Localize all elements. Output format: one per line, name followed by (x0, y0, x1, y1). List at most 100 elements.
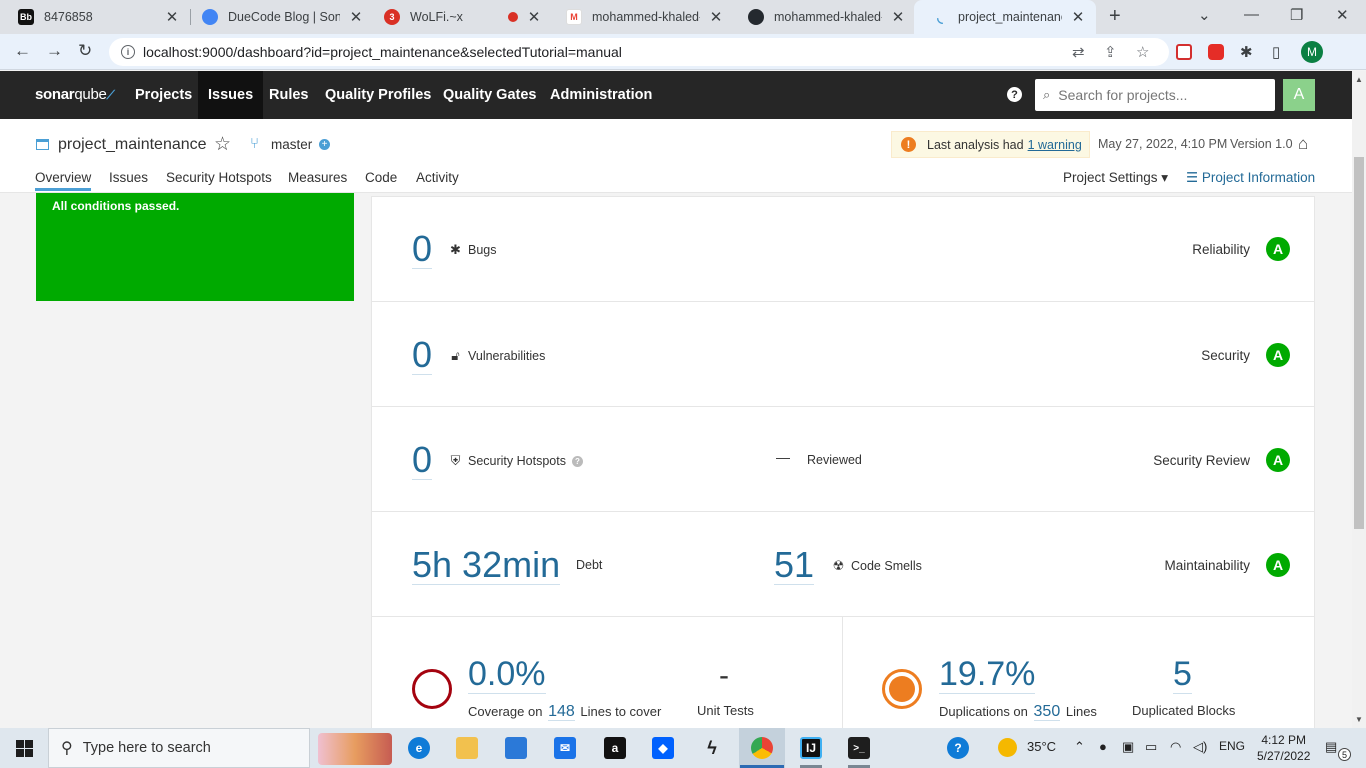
extensions-puzzle-icon[interactable]: ✱ (1240, 43, 1253, 61)
help-tray-icon[interactable]: ? (947, 737, 969, 759)
code-smells-count[interactable]: 51 (774, 546, 815, 585)
tab-issues[interactable]: Issues (109, 170, 148, 185)
maintainability-rating[interactable]: A (1266, 553, 1290, 577)
close-tab-icon[interactable]: ✕ (1070, 8, 1086, 26)
minimize-icon[interactable]: — (1244, 6, 1259, 23)
close-tab-icon[interactable]: ✕ (890, 8, 906, 26)
help-icon[interactable]: ? (571, 455, 583, 467)
new-tab-plus-icon[interactable]: + (1109, 5, 1121, 28)
tab-title: WoLFi.~x (410, 10, 463, 24)
temperature[interactable]: 35°C (1027, 739, 1056, 754)
close-window-icon[interactable]: ✕ (1336, 6, 1349, 24)
terminal-icon[interactable]: >_ (848, 737, 870, 759)
project-settings-dropdown[interactable]: Project Settings ▾ (1063, 170, 1168, 186)
tab-search-chevron-icon[interactable]: ⌄ (1198, 6, 1211, 24)
scroll-down-icon[interactable]: ▼ (1355, 715, 1363, 724)
translate-icon[interactable]: ⇄ (1072, 43, 1085, 61)
nav-administration[interactable]: Administration (540, 71, 662, 119)
browser-tab[interactable]: mohammed-khaled-5 ✕ (730, 0, 916, 34)
close-tab-icon[interactable]: ✕ (708, 8, 724, 26)
display-icon[interactable]: ▣ (1122, 739, 1134, 755)
tray-overflow-chevron-icon[interactable]: ⌃ (1074, 739, 1085, 755)
nav-rules[interactable]: Rules (259, 71, 319, 119)
intellij-icon[interactable]: IJ (800, 737, 822, 759)
vulnerabilities-count[interactable]: 0 (412, 336, 433, 375)
side-panel-icon[interactable]: ▯ (1272, 43, 1280, 61)
home-icon[interactable]: ⌂ (1298, 134, 1308, 154)
bolt-app-icon[interactable]: ϟ (701, 737, 723, 759)
duplicated-blocks-value[interactable]: 5 (1173, 656, 1192, 694)
nav-issues[interactable]: Issues (198, 71, 264, 119)
project-name[interactable]: project_maintenance (58, 136, 207, 154)
hotspots-count[interactable]: 0 (412, 441, 433, 480)
taskbar-search-box[interactable]: ⚲ Type here to search (48, 728, 310, 768)
debt-value[interactable]: 5h 32min (412, 546, 561, 585)
sonarqube-logo[interactable]: sonarqube⟋ (35, 86, 115, 103)
branch-add-icon[interactable]: + (319, 139, 330, 150)
microphone-icon[interactable]: ● (1099, 739, 1107, 754)
share-icon[interactable]: ⇪ (1104, 43, 1117, 61)
restore-icon[interactable]: ❐ (1290, 6, 1303, 24)
coverage-prefix: Coverage on (468, 704, 543, 719)
favorite-star-icon[interactable]: ☆ (214, 133, 231, 156)
file-explorer-icon[interactable] (456, 737, 478, 759)
tab-overview[interactable]: Overview (35, 170, 92, 191)
extension-mcafee-icon[interactable] (1176, 44, 1192, 60)
tab-measures[interactable]: Measures (288, 170, 347, 185)
page-scrollbar[interactable]: ▲ ▼ (1352, 71, 1366, 728)
browser-tab-active[interactable]: ◟ project_maintenance ✕ (914, 0, 1096, 34)
browser-toolbar: ← → ↻ i localhost:9000/dashboard?id=proj… (0, 34, 1366, 70)
nav-quality-gates[interactable]: Quality Gates (433, 71, 546, 119)
branch-name[interactable]: master (271, 137, 312, 152)
browser-tab[interactable]: 3 WoLFi.~x ✕ (366, 0, 552, 34)
back-arrow-icon[interactable]: ← (14, 41, 31, 61)
coverage-value[interactable]: 0.0% (468, 656, 546, 694)
help-icon[interactable]: ? (1007, 87, 1022, 102)
user-avatar[interactable]: A (1283, 79, 1315, 111)
chrome-icon[interactable] (751, 737, 773, 759)
close-tab-icon[interactable]: ✕ (526, 8, 542, 26)
system-clock[interactable]: 4:12 PM 5/27/2022 (1257, 732, 1310, 764)
windows-start-icon[interactable] (16, 740, 33, 757)
project-search-input[interactable]: ⌕ Search for projects... (1035, 79, 1275, 111)
wifi-icon[interactable]: ◠ (1170, 739, 1181, 755)
scroll-up-icon[interactable]: ▲ (1355, 75, 1363, 84)
scrollbar-thumb[interactable] (1354, 157, 1364, 529)
duplications-value[interactable]: 19.7% (939, 656, 1036, 694)
bookmark-star-icon[interactable]: ☆ (1136, 43, 1149, 61)
nav-quality-profiles[interactable]: Quality Profiles (315, 71, 441, 119)
weather-sun-icon[interactable] (998, 738, 1017, 757)
reload-icon[interactable]: ↻ (78, 41, 92, 61)
dropbox-icon[interactable]: ◆ (652, 737, 674, 759)
site-info-icon[interactable]: i (121, 45, 135, 59)
address-bar[interactable]: i localhost:9000/dashboard?id=project_ma… (109, 38, 1169, 66)
bugs-count[interactable]: 0 (412, 230, 433, 269)
security-review-rating[interactable]: A (1266, 448, 1290, 472)
duplications-lines-link[interactable]: 350 (1033, 703, 1061, 721)
tab-security-hotspots[interactable]: Security Hotspots (166, 170, 272, 185)
project-information-link[interactable]: ☰ Project Information (1186, 170, 1315, 186)
browser-tab[interactable]: Bb 8476858 ✕ (0, 0, 190, 34)
close-tab-icon[interactable]: ✕ (348, 8, 364, 26)
amazon-icon[interactable]: a (604, 737, 626, 759)
volume-icon[interactable]: ◁) (1193, 739, 1207, 755)
edge-browser-icon[interactable]: e (408, 737, 430, 759)
extension-youtube-icon[interactable] (1208, 44, 1224, 60)
coverage-lines-link[interactable]: 148 (548, 703, 575, 721)
battery-icon[interactable]: ▭ (1145, 739, 1157, 755)
tab-code[interactable]: Code (365, 170, 397, 185)
security-rating[interactable]: A (1266, 343, 1290, 367)
microsoft-store-icon[interactable] (505, 737, 527, 759)
nav-projects[interactable]: Projects (125, 71, 202, 119)
tab-activity[interactable]: Activity (416, 170, 459, 185)
profile-avatar[interactable]: M (1301, 41, 1323, 63)
warning-link[interactable]: 1 warning (1028, 138, 1082, 152)
language-indicator[interactable]: ENG (1219, 739, 1245, 753)
browser-tab[interactable]: DueCode Blog | Sonar ✕ (184, 0, 374, 34)
browser-tab[interactable]: M mohammed-khaled-5 ✕ (548, 0, 734, 34)
reliability-rating[interactable]: A (1266, 237, 1290, 261)
notification-center-icon[interactable]: ▤ (1325, 739, 1337, 755)
close-tab-icon[interactable]: ✕ (164, 8, 180, 26)
mail-icon[interactable]: ✉ (554, 737, 576, 759)
forward-arrow-icon[interactable]: → (46, 41, 63, 61)
